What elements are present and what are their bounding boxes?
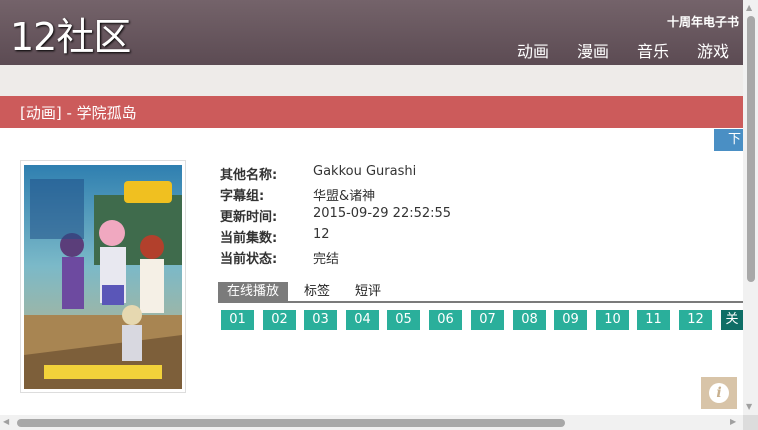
episode-button[interactable]: 09 — [554, 310, 587, 330]
info-label: 其他名称: — [220, 168, 278, 183]
vertical-scrollbar[interactable]: ▲ ▼ — [743, 0, 758, 415]
info-row-updated: 更新时间: 2015-09-29 22:52:55 — [220, 206, 451, 227]
ebook-link[interactable]: 十周年电子书 — [667, 13, 739, 30]
site-logo[interactable]: 12社区 — [10, 12, 131, 62]
info-value: Gakkou Gurashi — [313, 164, 417, 179]
scroll-left-icon[interactable]: ◀ — [3, 417, 9, 426]
site-header: 12社区 十周年电子书 动画 漫画 音乐 游戏 — [0, 0, 743, 65]
nav-item-music[interactable]: 音乐 — [637, 38, 669, 62]
nav-item-games[interactable]: 游戏 — [697, 38, 729, 62]
horizontal-scrollbar[interactable]: ◀ ▶ — [0, 415, 743, 430]
info-row-subgroup: 字幕组: 华盟&诸神 — [220, 185, 451, 206]
episode-button[interactable]: 03 — [304, 310, 337, 330]
episode-button[interactable]: 07 — [471, 310, 504, 330]
info-row-alt-name: 其他名称: Gakkou Gurashi — [220, 164, 451, 185]
info-icon: i — [709, 383, 729, 403]
nav-item-anime[interactable]: 动画 — [517, 38, 549, 62]
episode-button[interactable]: 04 — [346, 310, 379, 330]
scrollbar-corner — [743, 415, 758, 430]
info-label: 更新时间: — [220, 210, 278, 225]
episode-button[interactable]: 08 — [513, 310, 546, 330]
main-nav: 动画 漫画 音乐 游戏 — [517, 38, 729, 62]
title-bar: [动画] - 学院孤岛 — [0, 96, 743, 128]
episode-button[interactable]: 01 — [221, 310, 254, 330]
info-label: 当前集数: — [220, 231, 278, 246]
info-label: 当前状态: — [220, 252, 278, 267]
info-value: 完结 — [313, 252, 340, 267]
episode-button[interactable]: 06 — [429, 310, 462, 330]
info-row-episode-count: 当前集数: 12 — [220, 227, 451, 248]
info-row-status: 当前状态: 完结 — [220, 248, 451, 269]
tab-tags[interactable]: 标签 — [304, 282, 330, 301]
nav-item-manga[interactable]: 漫画 — [577, 38, 609, 62]
vertical-scroll-thumb[interactable] — [747, 16, 755, 282]
scroll-down-icon[interactable]: ▼ — [746, 402, 752, 411]
episode-button[interactable]: 02 — [263, 310, 296, 330]
horizontal-scroll-thumb[interactable] — [17, 419, 565, 427]
episode-button[interactable]: 10 — [596, 310, 629, 330]
tab-reviews[interactable]: 短评 — [355, 282, 381, 301]
poster-image — [20, 160, 186, 393]
episode-button[interactable]: 12 — [679, 310, 712, 330]
poster-artwork — [24, 165, 182, 389]
page-title: [动画] - 学院孤岛 — [20, 104, 137, 122]
sub-band — [0, 65, 743, 96]
info-label: 字幕组: — [220, 189, 265, 204]
info-button[interactable]: i — [701, 377, 737, 409]
scroll-up-icon[interactable]: ▲ — [746, 3, 752, 12]
scroll-right-icon[interactable]: ▶ — [730, 417, 736, 426]
tab-online-play[interactable]: 在线播放 — [218, 282, 289, 301]
episode-button[interactable]: 05 — [387, 310, 420, 330]
info-value: 2015-09-29 22:52:55 — [313, 206, 452, 221]
content-tabs: 在线播放 标签 短评 — [218, 282, 743, 303]
info-value: 12 — [313, 227, 330, 242]
info-panel: 其他名称: Gakkou Gurashi 字幕组: 华盟&诸神 更新时间: 20… — [220, 164, 451, 269]
download-button[interactable]: 下 — [714, 129, 743, 151]
close-episodes-button[interactable]: 关 — [721, 310, 743, 330]
info-value: 华盟&诸神 — [313, 189, 376, 204]
episode-button[interactable]: 11 — [637, 310, 670, 330]
